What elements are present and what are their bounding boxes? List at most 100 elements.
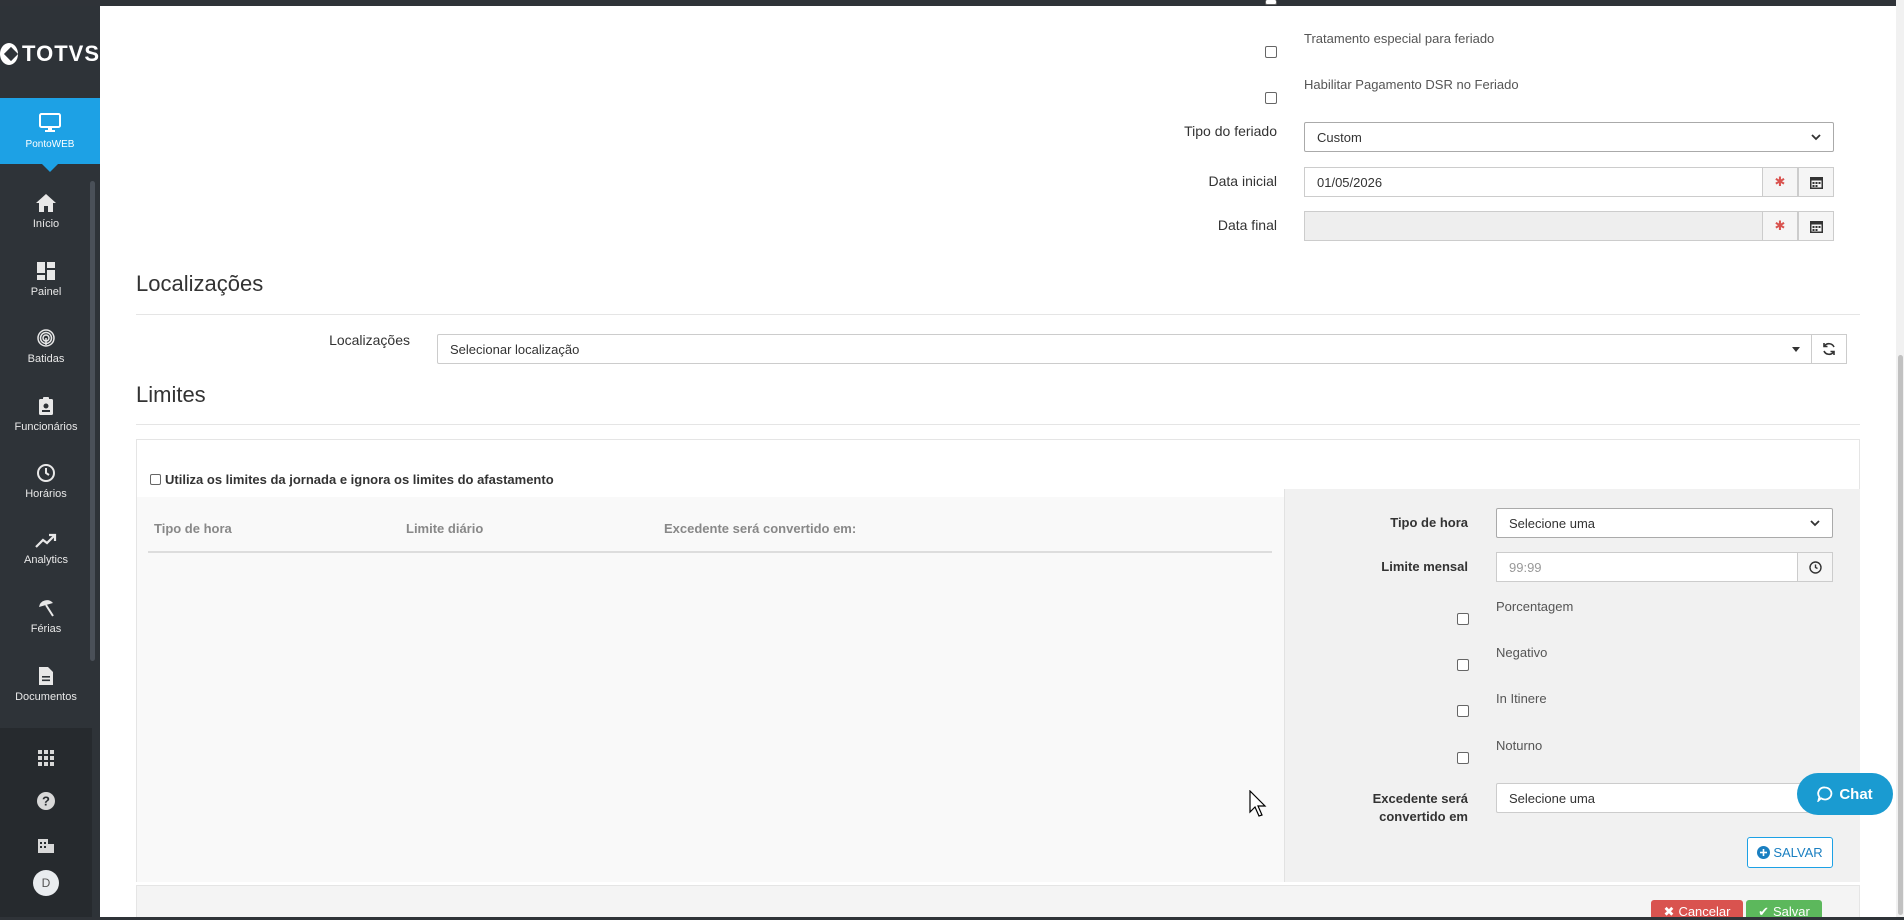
sidebar-item-funcionarios[interactable]: Funcionários [0,381,92,449]
chevron-down-icon [1811,133,1821,140]
limits-table-area [137,497,1284,882]
chat-label: Chat [1839,785,1873,803]
percentage-label: Porcentagem [1496,599,1574,614]
sidebar: TOTVS PontoWEB Início Painel Batidas Fun… [0,6,100,920]
start-date-input[interactable]: 01/05/2026 [1304,167,1764,197]
sidebar-item-label: Batidas [27,353,65,366]
hour-type-select[interactable]: Selecione uma [1496,508,1833,538]
end-date-calendar-button[interactable] [1798,211,1834,241]
dashboard-icon [37,261,55,280]
logo-text: TOTVS [22,41,100,66]
monthly-limit-input[interactable]: 99:99 [1496,552,1799,582]
calendar-icon [1809,176,1823,189]
locations-refresh-button[interactable] [1811,334,1847,364]
sidebar-item-ferias[interactable]: Férias [0,583,92,651]
special-treatment-checkbox[interactable] [1265,46,1277,58]
end-date-required-addon: ✱ [1762,211,1798,241]
excess-converted-label-line1: Excedente será [1372,791,1468,806]
avatar[interactable]: D [33,870,59,896]
locations-divider [136,314,1860,315]
sidebar-item-painel[interactable]: Painel [0,246,92,314]
sidebar-item-horarios[interactable]: Horários [0,448,92,516]
start-date-calendar-button[interactable] [1798,167,1834,197]
excess-converted-value: Selecione uma [1509,790,1595,806]
use-journey-limits-label: Utiliza os limites da jornada e ignora o… [165,472,554,487]
locations-select[interactable]: Selecionar localização [437,334,1813,364]
negative-label: Negativo [1496,645,1548,660]
monthly-limit-placeholder: 99:99 [1509,559,1542,575]
save-limit-label: SALVAR [1773,845,1823,860]
limits-table-header: Tipo de hora Limite diário Excedente ser… [148,507,1272,553]
sidebar-item-analytics[interactable]: Analytics [0,516,92,584]
in-itinere-label: In Itinere [1496,691,1547,706]
badge-icon [39,396,53,415]
holiday-type-select[interactable]: Custom [1304,122,1834,152]
totvs-logo-icon [0,43,19,65]
top-bar [0,0,1904,6]
trend-icon [35,533,57,548]
dsr-holiday-label: Habilitar Pagamento DSR no Feriado [1304,77,1519,92]
product-pontoweb[interactable]: PontoWEB [0,98,100,172]
hour-type-label: Tipo de hora [1390,515,1468,530]
excess-converted-select[interactable]: Selecione uma [1496,783,1833,813]
table-header-limite-diario: Limite diário [406,521,484,536]
monthly-limit-clock-button[interactable] [1797,552,1833,582]
sidebar-item-batidas[interactable]: Batidas [0,313,92,381]
help-icon[interactable]: ? [36,791,56,811]
monitor-icon [39,112,61,132]
save-limit-button[interactable]: SALVAR [1747,837,1833,868]
clock-icon [1808,560,1822,574]
sidebar-item-label: Documentos [15,690,77,703]
mouse-pointer-icon [1249,790,1267,817]
percentage-checkbox[interactable] [1457,613,1469,625]
sidebar-item-label: Painel [30,285,62,298]
excess-converted-label-line2: convertido em [1379,809,1468,824]
special-treatment-label: Tratamento especial para feriado [1304,31,1495,46]
start-date-label: Data inicial [1208,173,1277,189]
start-date-value: 01/05/2026 [1317,174,1383,190]
sidebar-item-label: Início [32,218,60,231]
sidebar-item-label: Funcionários [14,420,78,433]
table-header-excedente: Excedente será convertido em: [664,521,857,536]
monthly-limit-label: Limite mensal [1381,559,1468,574]
use-journey-limits-checkbox[interactable] [150,474,161,485]
plus-circle-icon [1757,846,1771,859]
page-scrollbar-thumb[interactable] [1898,355,1903,915]
clock-icon [37,464,55,483]
building-icon[interactable] [36,835,56,855]
holiday-type-value: Custom [1317,129,1362,145]
totvs-logo[interactable]: TOTVS [0,34,100,74]
home-icon [36,194,56,213]
footer-actions-bar [136,885,1860,920]
chevron-down-icon [1810,519,1820,526]
end-date-input[interactable] [1304,211,1764,241]
calendar-icon [1809,220,1823,233]
locations-section-title: Localizações [136,271,264,296]
holiday-type-label: Tipo do feriado [1184,123,1277,139]
chat-bubble-icon [1817,786,1833,802]
sidebar-item-label: Horários [25,488,67,501]
nocturnal-label: Noturno [1496,738,1543,753]
dsr-holiday-checkbox[interactable] [1265,92,1277,104]
in-itinere-checkbox[interactable] [1457,705,1469,717]
sidebar-item-documentos[interactable]: Documentos [0,651,92,719]
excess-converted-label: Excedente será convertido em [1340,790,1468,826]
svg-text:?: ? [42,794,50,809]
caret-down-icon [1792,346,1800,352]
sidebar-item-label: Férias [30,623,62,636]
document-icon [39,666,53,685]
locations-select-value: Selecionar localização [450,341,580,357]
apps-grid-icon[interactable] [36,748,56,768]
required-asterisk-icon: ✱ [1774,218,1786,233]
sidebar-item-inicio[interactable]: Início [0,178,92,246]
checkbox-partial[interactable] [1265,0,1277,5]
chat-button[interactable]: Chat [1797,773,1893,815]
start-date-required-addon: ✱ [1762,167,1798,197]
sidebar-nav: Início Painel Batidas Funcionários Horár… [0,178,92,718]
sidebar-item-label: Analytics [23,553,69,566]
locations-field-label: Localizações [329,332,410,348]
nocturnal-checkbox[interactable] [1457,752,1469,764]
hour-type-value: Selecione uma [1509,515,1595,531]
negative-checkbox[interactable] [1457,659,1469,671]
table-header-tipo-hora: Tipo de hora [154,521,232,536]
